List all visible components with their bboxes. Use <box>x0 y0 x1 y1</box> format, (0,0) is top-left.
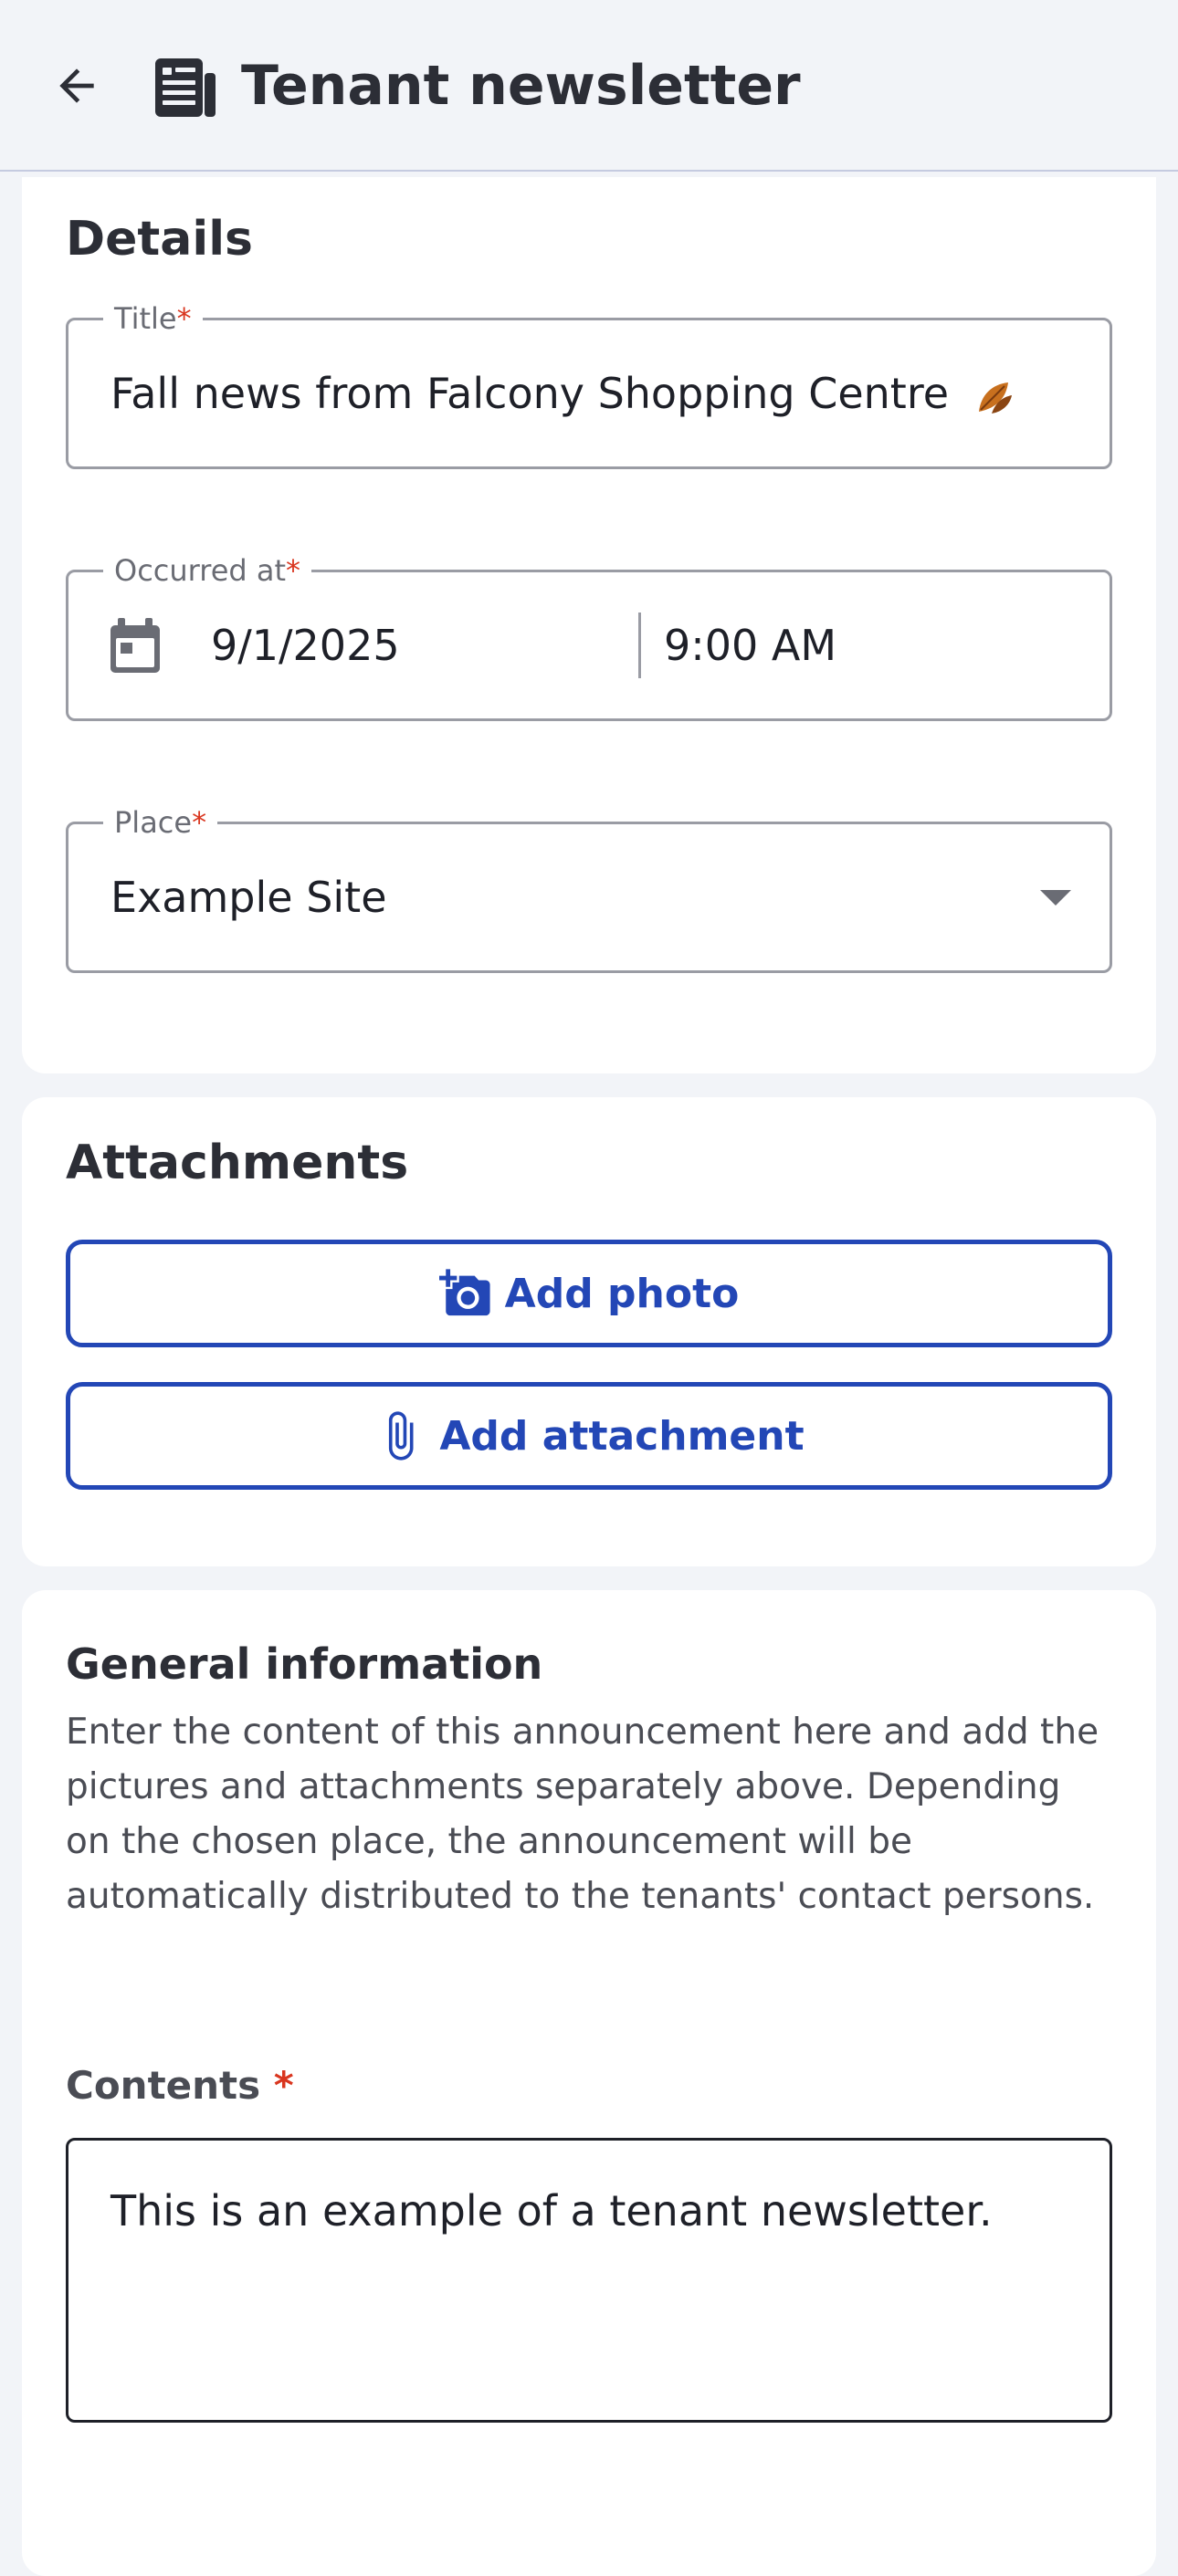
paperclip-icon <box>389 1411 414 1461</box>
details-heading: Details <box>66 212 253 267</box>
general-information-card: General information Enter the content of… <box>22 1590 1156 2576</box>
contents-label-text: Contents <box>66 2063 261 2108</box>
date-value[interactable]: 9/1/2025 <box>211 572 400 718</box>
date-time-divider <box>638 613 641 678</box>
required-mark: * <box>273 2063 294 2108</box>
contents-label: Contents * <box>66 2063 294 2108</box>
app-bar: Tenant newsletter <box>0 0 1178 172</box>
place-value: Example Site <box>110 873 387 922</box>
add-photo-icon <box>438 1269 490 1316</box>
attachments-heading: Attachments <box>66 1136 409 1190</box>
add-attachment-label: Add attachment <box>439 1412 805 1460</box>
dropdown-arrow-icon[interactable] <box>1040 890 1071 906</box>
fallen-leaf-icon <box>978 382 1012 414</box>
title-field[interactable]: Title* Fall news from Falcony Shopping C… <box>66 300 1112 469</box>
place-select[interactable]: Place* Example Site <box>66 804 1112 973</box>
back-button[interactable] <box>44 53 110 119</box>
occurred-at-field[interactable]: Occurred at* 9/1/2025 9:00 AM <box>66 552 1112 721</box>
title-field-value: Fall news from Falcony Shopping Centre <box>110 320 1015 466</box>
general-information-heading: General information <box>66 1639 543 1689</box>
calendar-icon[interactable] <box>107 616 163 676</box>
title-value-text: Fall news from Falcony Shopping Centre <box>110 369 950 418</box>
arrow-left-icon <box>59 68 94 103</box>
add-attachment-button[interactable]: Add attachment <box>66 1382 1112 1490</box>
general-information-description: Enter the content of this announcement h… <box>66 1712 1099 1917</box>
details-card: Details Title* Fall news from Falcony Sh… <box>22 177 1156 1073</box>
contents-value: This is an example of a tenant newslette… <box>110 2186 993 2236</box>
add-photo-button[interactable]: Add photo <box>66 1240 1112 1347</box>
time-value[interactable]: 9:00 AM <box>664 572 836 718</box>
add-photo-label: Add photo <box>504 1270 740 1317</box>
contents-textarea[interactable]: This is an example of a tenant newslette… <box>66 2138 1112 2423</box>
newspaper-icon <box>155 58 216 117</box>
page-title: Tenant newsletter <box>241 54 801 118</box>
attachments-card: Attachments Add photo Add attachment <box>22 1097 1156 1566</box>
